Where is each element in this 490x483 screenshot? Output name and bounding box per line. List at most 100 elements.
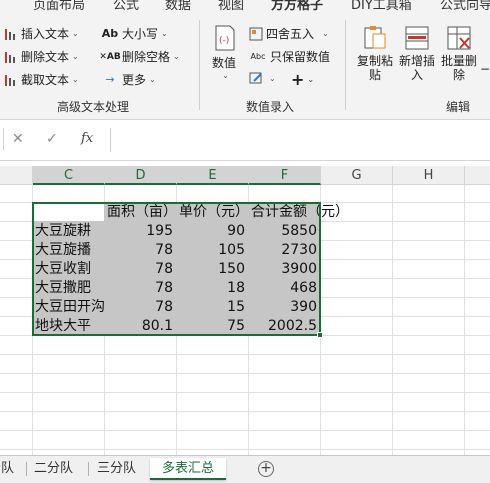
column-header-H[interactable]: H [393,166,465,185]
plus-icon: + [291,70,305,89]
tab-divider [88,462,89,476]
batch-delete-button[interactable]: 批量删除 [440,24,478,82]
worksheet-grid[interactable]: 面积（亩） 单价（元） 合计金额（元） 大豆旋耕 195 90 5850 大豆旋… [0,185,490,455]
delete-text-button[interactable]: 删除文本 ⌄ [4,48,79,65]
copy-paste-button[interactable]: 复制粘贴 [356,24,394,82]
fill-handle[interactable] [317,332,323,338]
number-icon: (-) [215,25,235,51]
edit-cell-icon [249,71,263,85]
keep-value-button[interactable]: Abc 只保留数值 [249,48,331,65]
add-button[interactable]: + ⌄ [291,70,314,89]
chevron-down-icon: ⌄ [149,75,156,84]
grid-line [0,392,490,393]
column-header-D[interactable]: D [105,166,177,185]
more-icon: → [105,73,115,86]
menu-tab-fangfang[interactable]: 方方格子 [271,0,323,12]
svg-text:(-): (-) [219,36,229,46]
insert-new-label: 新增插入 [399,54,436,82]
delete-text-label: 删除文本 [21,50,70,64]
column-header-E[interactable]: E [177,166,249,185]
extract-text-label: 截取文本 [21,73,70,87]
menu-tab-formula-wizard[interactable]: 公式向导 [440,0,490,12]
insert-rows-icon [405,26,429,50]
grid-line [0,411,490,412]
insert-text-label: 插入文本 [21,27,70,41]
sheet-tab-label: 一分队 [0,461,14,476]
delete-text-icon [4,50,18,64]
menu-tab-data[interactable]: 数据 [165,0,191,12]
column-header-G[interactable]: G [321,166,393,185]
formula-input[interactable] [110,128,490,152]
copy-paste-label: 复制粘贴 [357,54,394,82]
edit-group-label: 编辑 [446,100,471,114]
overflow-button[interactable]: − [480,62,490,76]
extract-text-icon [4,73,18,87]
menu-tab-view[interactable]: 视图 [218,0,244,12]
chevron-down-icon: ⌄ [72,75,79,84]
case-button[interactable]: Ab 大小写 ⌄ [101,25,168,42]
chevron-down-icon: ⌄ [161,29,168,38]
sheet-tab-3[interactable]: 三分队 [97,458,136,480]
menu-tab-formulas[interactable]: 公式 [113,0,139,12]
grid-line [0,354,490,355]
grid-line [464,185,465,455]
extract-text-button[interactable]: 截取文本 ⌄ [4,71,79,88]
column-header-I[interactable] [465,166,490,185]
more-label: 更多 [122,73,147,87]
selection-border [32,202,321,336]
grid-line [0,373,490,374]
menu-tab-diy-toolbox[interactable]: DIY工具箱 [351,0,412,12]
text-group-label: 高级文本处理 [57,100,130,114]
column-header-B[interactable] [0,166,33,185]
group-divider [345,20,346,110]
sheet-tab-bar: 一分队 二分队 三分队 多表汇总 + [0,455,490,483]
chevron-down-icon: ⌄ [173,52,180,61]
number-button[interactable]: (-) 数值 ⌄ [210,24,238,80]
keep-value-icon: Abc [250,52,266,61]
chevron-down-icon: ⌄ [222,71,229,80]
formula-bar: ✕ ✓ fx [0,120,490,161]
sheet-tab-2[interactable]: 二分队 [34,458,73,480]
chevron-down-icon: ⌄ [72,29,79,38]
sheet-tab-1[interactable]: 一分队 [0,458,14,480]
chevron-down-icon: ⌄ [72,52,79,61]
more-button[interactable]: → 更多 ⌄ [101,71,156,88]
delete-space-button[interactable]: ✕AB 删除空格 ⌄ [99,48,180,65]
function-icon[interactable]: fx [81,131,93,146]
case-icon: Ab [101,27,119,40]
round-button[interactable]: 四舍五入 ⌄ [249,25,329,42]
round-label: 四舍五入 [266,27,315,41]
chevron-down-icon: ⌄ [269,73,276,83]
tab-divider [26,462,27,476]
menu-tab-page-layout[interactable]: 页面布局 [33,0,85,12]
grid-line [0,430,490,431]
menu-bar: 页面布局 公式 数据 视图 方方格子 DIY工具箱 公式向导 [0,0,490,12]
grid-line [392,185,393,455]
name-box[interactable] [0,128,4,150]
group-divider [199,20,200,110]
insert-text-icon [4,27,18,41]
minus-icon: − [480,62,490,76]
delete-rows-icon [447,26,471,50]
insert-new-button[interactable]: 新增插入 [398,24,436,82]
round-icon [249,27,263,41]
sheet-tab-summary[interactable]: 多表汇总 [150,458,226,480]
format-button[interactable]: ⌄ [249,71,276,85]
grid-line [0,449,490,450]
clipboard-icon [364,26,386,49]
chevron-down-icon: ⌄ [307,75,315,84]
cancel-icon[interactable]: ✕ [12,131,24,147]
chevron-down-icon: ⌄ [322,29,329,38]
number-label: 数值 [211,56,236,70]
batch-delete-label: 批量删除 [441,54,478,82]
ribbon: 插入文本 ⌄ 删除文本 ⌄ 截取文本 ⌄ Ab 大小写 ⌄ ✕AB 删除空格 ⌄ → 更多… [0,12,490,120]
delete-space-icon: ✕AB [99,51,121,62]
column-header-F[interactable]: F [249,166,321,185]
insert-text-button[interactable]: 插入文本 ⌄ [4,25,79,42]
column-header-C[interactable]: C [33,166,105,185]
delete-space-label: 删除空格 [122,50,171,64]
case-label: 大小写 [122,27,159,41]
confirm-icon[interactable]: ✓ [46,131,58,147]
number-group-label: 数值录入 [246,100,295,114]
add-sheet-icon[interactable]: + [258,461,274,477]
